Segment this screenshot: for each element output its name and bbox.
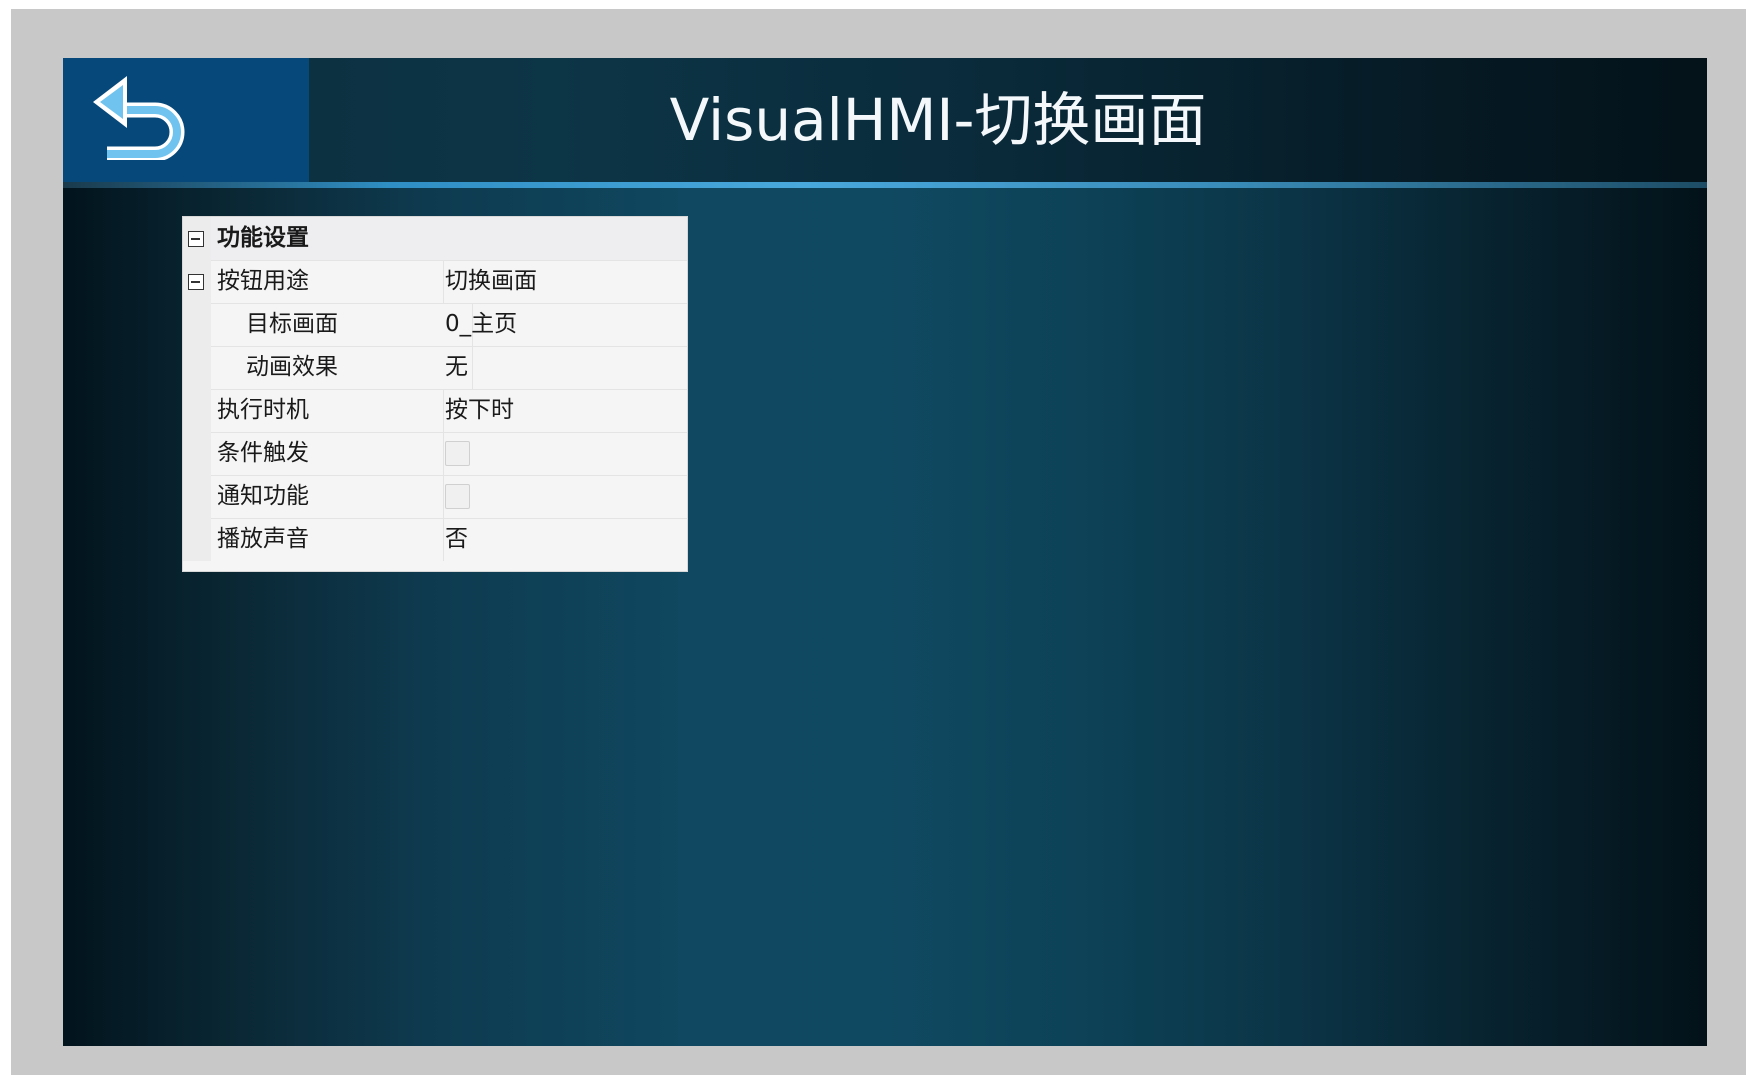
property-row-execution-timing[interactable]: 执行时机 按下时	[183, 389, 687, 433]
property-name: 动画效果	[211, 346, 473, 389]
row-gutter	[183, 432, 211, 475]
property-value[interactable]: 0_主页	[438, 303, 687, 346]
property-value[interactable]: 无	[438, 346, 687, 389]
row-gutter	[183, 217, 211, 260]
property-name: 通知功能	[211, 475, 444, 518]
property-value	[438, 432, 687, 475]
notification-checkbox[interactable]	[445, 484, 470, 509]
collapse-toggle-icon[interactable]	[188, 231, 204, 247]
property-value[interactable]: 按下时	[438, 389, 687, 432]
hmi-screen: VisualHMI-切换画面 功能设置 按钮用途 切换画面 目标画面 0_主页	[63, 58, 1707, 1046]
conditional-trigger-checkbox[interactable]	[445, 441, 470, 466]
property-grid: 功能设置 按钮用途 切换画面 目标画面 0_主页 动画效果 无 执行时机 按下时…	[182, 216, 688, 572]
row-gutter	[183, 389, 211, 432]
row-gutter	[183, 303, 211, 346]
property-row-play-sound[interactable]: 播放声音 否	[183, 518, 687, 561]
property-name: 目标画面	[211, 303, 473, 346]
property-row-animation-effect[interactable]: 动画效果 无	[183, 346, 687, 390]
category-function-settings[interactable]: 功能设置	[183, 217, 687, 261]
property-name: 按钮用途	[211, 260, 444, 303]
property-row-notification[interactable]: 通知功能	[183, 475, 687, 519]
device-frame: VisualHMI-切换画面 功能设置 按钮用途 切换画面 目标画面 0_主页	[11, 9, 1746, 1075]
property-row-button-purpose[interactable]: 按钮用途 切换画面	[183, 260, 687, 304]
row-gutter	[183, 518, 211, 561]
category-label: 功能设置	[217, 225, 309, 251]
page-title: VisualHMI-切换画面	[669, 86, 1207, 154]
property-name: 条件触发	[211, 432, 444, 475]
property-row-target-screen[interactable]: 目标画面 0_主页	[183, 303, 687, 347]
back-button[interactable]	[63, 58, 309, 182]
property-name: 播放声音	[211, 518, 444, 561]
header-accent-line	[63, 182, 1707, 188]
property-value[interactable]: 否	[438, 518, 687, 561]
property-value	[438, 475, 687, 518]
row-gutter	[183, 346, 211, 389]
property-name: 执行时机	[211, 389, 444, 432]
title-bar: VisualHMI-切换画面	[63, 58, 1707, 182]
collapse-toggle-icon[interactable]	[188, 274, 204, 290]
back-arrow-icon	[93, 76, 185, 160]
property-value[interactable]: 切换画面	[438, 260, 687, 303]
property-row-conditional-trigger[interactable]: 条件触发	[183, 432, 687, 476]
row-gutter	[183, 475, 211, 518]
row-gutter	[183, 260, 211, 303]
